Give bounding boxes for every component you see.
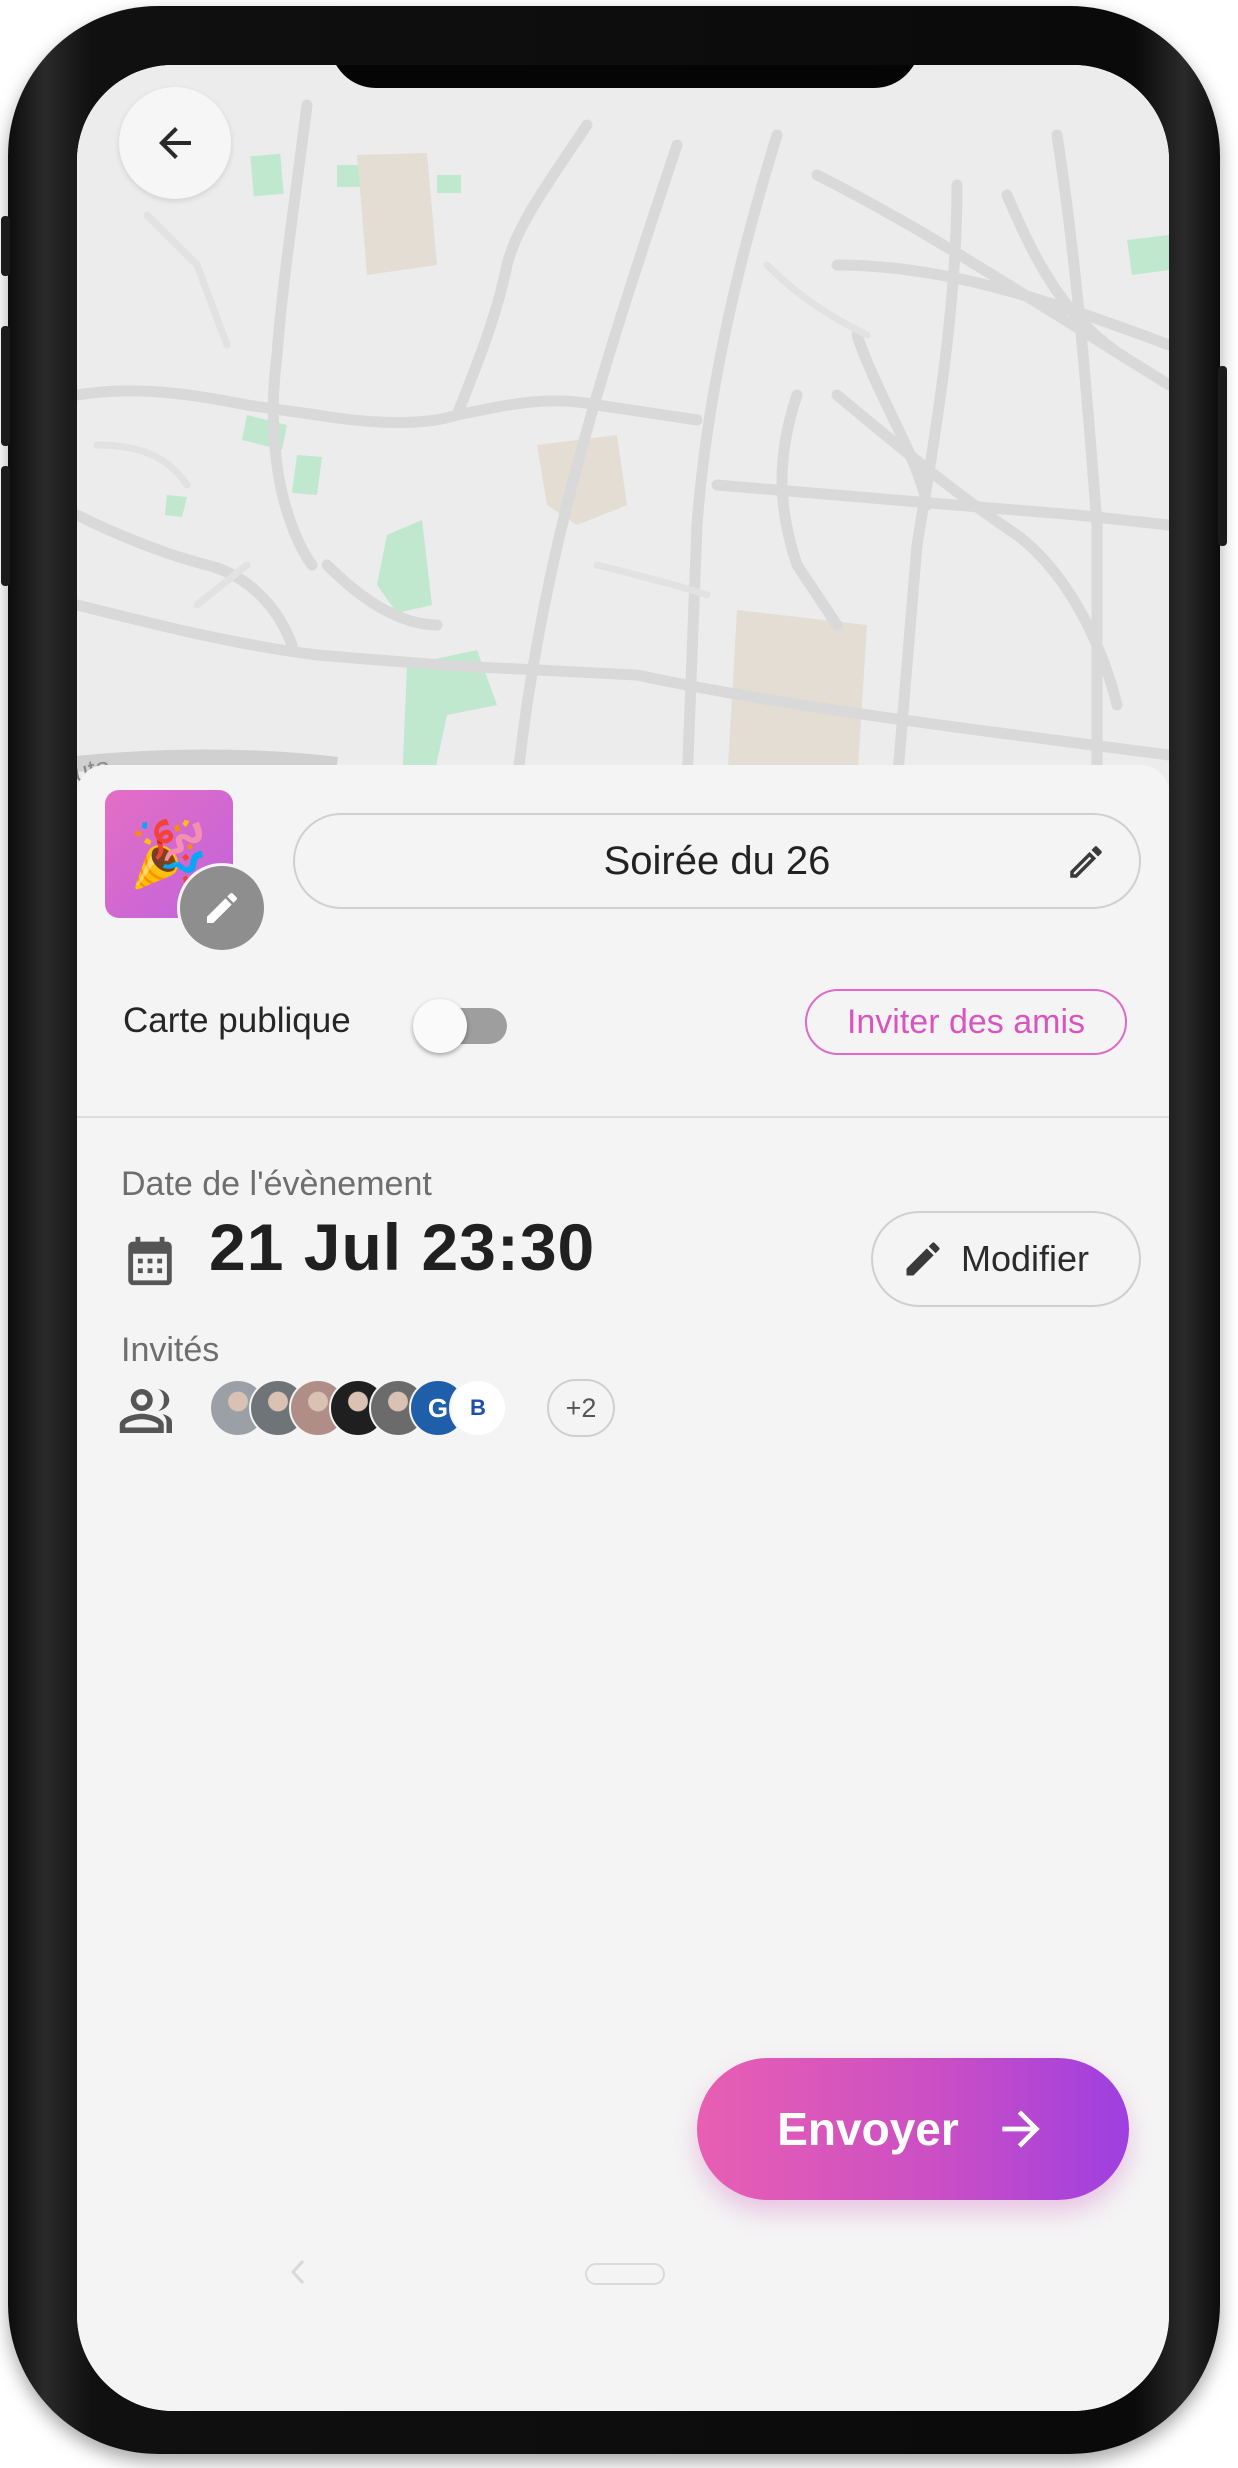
system-home-button[interactable] <box>585 2263 665 2285</box>
event-date-label: Date de l'évènement <box>121 1165 432 1203</box>
map-view[interactable]: uto <box>77 65 1169 785</box>
send-button[interactable]: Envoyer <box>697 2058 1129 2200</box>
phone-side-button <box>1 216 10 276</box>
app-screen: uto 🎉 Soirée du 26 <box>77 65 1169 2411</box>
public-map-label: Carte publique <box>123 1001 351 1040</box>
modify-label: Modifier <box>961 1238 1090 1279</box>
system-back-icon[interactable] <box>287 2257 309 2287</box>
toggle-knob <box>413 999 467 1053</box>
invite-friends-button[interactable]: Inviter des amis <box>805 989 1127 1055</box>
arrow-left-icon <box>159 127 191 159</box>
phone-volume-down <box>1 466 10 586</box>
guest-avatar: B <box>449 1379 507 1437</box>
pencil-icon <box>207 892 238 923</box>
event-name-field[interactable]: Soirée du 26 <box>293 813 1141 909</box>
send-label: Envoyer <box>777 2103 959 2155</box>
event-sheet: 🎉 Soirée du 26 Carte publique Inviter de… <box>77 765 1169 2411</box>
phone-frame: uto 🎉 Soirée du 26 <box>1 6 1227 2454</box>
more-guests-badge[interactable]: +2 <box>547 1379 615 1437</box>
pencil-icon <box>906 1242 940 1276</box>
public-map-toggle[interactable] <box>413 997 513 1053</box>
people-icon <box>119 1389 172 1433</box>
phone-volume-up <box>1 326 10 446</box>
guests-label: Invités <box>121 1331 220 1369</box>
event-date-value: 21 Jul 23:30 <box>209 1210 596 1284</box>
phone-notch <box>330 65 920 88</box>
section-divider <box>77 1116 1169 1118</box>
pencil-icon <box>1070 846 1102 878</box>
map-tiles: uto <box>77 65 1169 785</box>
modify-date-button[interactable]: Modifier <box>871 1211 1141 1307</box>
calendar-icon <box>128 1236 172 1286</box>
event-name-text: Soirée du 26 <box>603 838 831 883</box>
phone-power-button <box>1218 366 1227 546</box>
edit-icon-button[interactable] <box>177 863 267 953</box>
arrow-right-icon <box>1002 2110 1040 2148</box>
back-button[interactable] <box>119 87 231 199</box>
